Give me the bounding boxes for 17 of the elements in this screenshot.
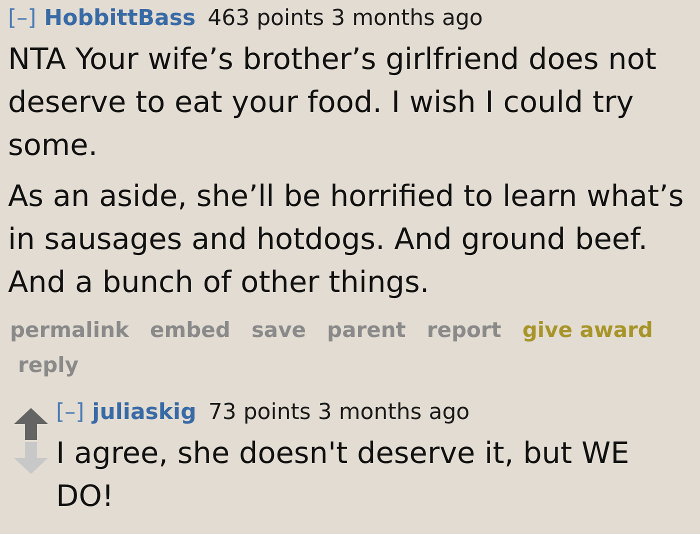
comment-action-link[interactable]: parent [327, 314, 406, 347]
username-link[interactable]: HobbittBass [44, 4, 196, 34]
upvote-arrow-icon[interactable] [14, 408, 48, 440]
collapse-toggle[interactable]: [–] [8, 4, 36, 34]
comment-text: As an aside, she’ll be horrified to learn what’s in sausages and hotdogs. And ground beef. And a bunch of other things. [8, 178, 685, 301]
collapse-toggle[interactable]: [–] [56, 398, 84, 428]
comment-meta: 463 points 3 months ago [208, 5, 483, 33]
comment-action-link[interactable]: report [426, 314, 502, 347]
comment-text: NTA Your wife’s brother’s girlfriend does not deserve to eat your food. I wish I could try some. [8, 41, 658, 164]
comment-action-link[interactable]: embed [150, 314, 230, 347]
comment-text: I agree, she doesn't deserve it, but WE DO! [56, 435, 630, 515]
comment-action-link[interactable]: save [251, 314, 306, 347]
comment-action-link[interactable]: permalink [10, 314, 129, 347]
comment-meta: 73 points 3 months ago [208, 399, 470, 427]
username-link[interactable]: juliaskig [92, 398, 196, 428]
comment-action-link[interactable]: give award [522, 314, 653, 347]
comment-action-link[interactable]: reply [10, 349, 79, 382]
